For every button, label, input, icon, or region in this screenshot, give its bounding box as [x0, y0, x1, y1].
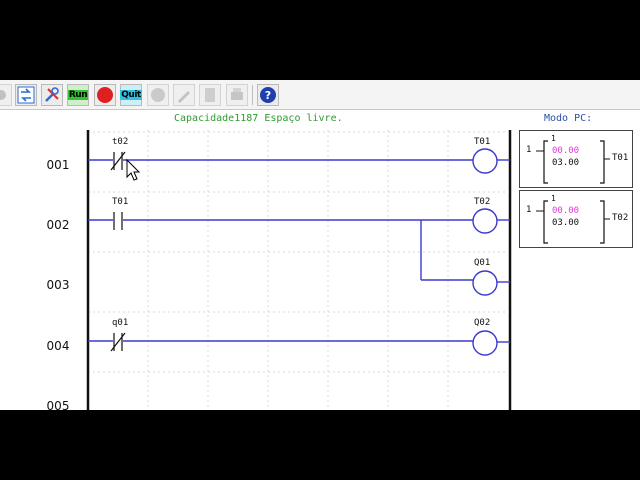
timer-box-T02[interactable]: 1 1 00.00 03.00 T02	[519, 190, 633, 248]
run-button[interactable]: Run	[67, 84, 89, 106]
help-button[interactable]: ?	[257, 84, 279, 106]
coil-Q02[interactable]	[472, 330, 498, 356]
disabled-button-4[interactable]	[226, 84, 248, 106]
timer-index: 1	[526, 145, 532, 155]
rung-001	[88, 148, 510, 174]
contact-label: t02	[112, 137, 129, 147]
rung-number: 003	[46, 278, 70, 292]
ladder-workarea: Capacidade1187 Espaço livre. Modo PC: 00…	[0, 110, 640, 410]
mouse-cursor-icon	[126, 158, 141, 181]
stop-icon	[97, 87, 113, 103]
pen-icon	[178, 91, 190, 103]
tool-icon	[0, 90, 6, 100]
rung-number: 002	[46, 218, 70, 232]
grid-lines	[88, 130, 508, 410]
timer-preset-value: 03.00	[552, 158, 580, 168]
rung-number: 004	[46, 339, 70, 353]
timer-preset-value: 03.00	[552, 218, 580, 228]
rung-003	[420, 220, 510, 296]
timer-current-value: 00.00	[552, 146, 580, 156]
svg-text:?: ?	[265, 89, 271, 102]
timer-small-value: 1	[551, 194, 556, 203]
quit-label: Quit	[120, 90, 142, 100]
timer-name: T02	[612, 213, 629, 223]
wrench-icon	[45, 87, 59, 102]
quit-button[interactable]: Quit	[120, 84, 142, 106]
contact-t02-nc[interactable]	[110, 151, 126, 171]
run-label: Run	[67, 90, 89, 100]
coil-label: T01	[474, 137, 491, 147]
timer-current-value: 00.00	[552, 206, 580, 216]
transfer-icon	[17, 86, 35, 104]
rung-number: 001	[46, 158, 70, 172]
coil-Q01[interactable]	[472, 270, 498, 296]
rung-number: 005	[46, 399, 70, 410]
tools-button[interactable]	[41, 84, 63, 106]
toolbar: Run Quit ?	[0, 80, 640, 110]
contact-T01-no[interactable]	[113, 212, 123, 230]
document-icon	[205, 88, 215, 102]
rung-002	[88, 208, 510, 234]
contact-label: q01	[112, 318, 129, 328]
disabled-button-3[interactable]	[199, 84, 221, 106]
timer-index: 1	[526, 205, 532, 215]
transfer-button[interactable]	[15, 84, 37, 106]
timer-name: T01	[612, 153, 629, 163]
timer-box-T01[interactable]: 1 1 00.00 03.00 T01	[519, 130, 633, 188]
stop-button[interactable]	[94, 84, 116, 106]
print-icon	[231, 88, 243, 100]
record-icon	[151, 88, 165, 102]
disabled-button-2[interactable]	[173, 84, 195, 106]
help-icon: ?	[260, 87, 276, 103]
coil-T01[interactable]	[472, 148, 498, 174]
coil-label: Q02	[474, 318, 491, 328]
toolbar-separator	[252, 85, 253, 105]
disabled-button-1[interactable]	[147, 84, 169, 106]
coil-label: T02	[474, 197, 491, 207]
coil-label: Q01	[474, 258, 491, 268]
contact-q01-nc[interactable]	[110, 332, 126, 352]
timer-small-value: 1	[551, 134, 556, 143]
contact-label: T01	[112, 197, 129, 207]
rung-004	[88, 330, 510, 356]
tool-button-partial[interactable]	[0, 84, 12, 106]
coil-T02[interactable]	[472, 208, 498, 234]
